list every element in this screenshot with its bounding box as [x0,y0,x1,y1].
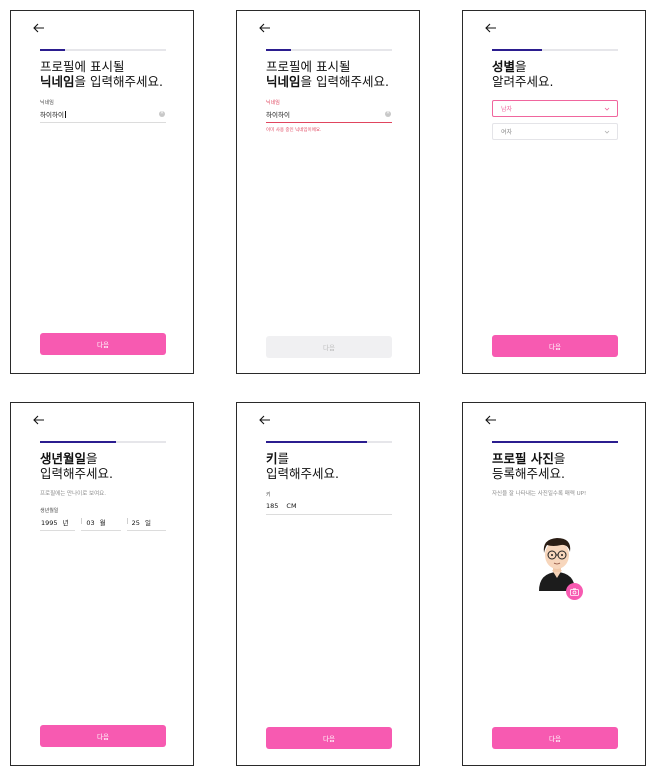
clear-circle-icon[interactable]: ✕ [385,111,391,117]
page-title: 프로필에 표시될 닉네임을 입력해주세요. [40,59,163,89]
screen-nickname: 프로필에 표시될 닉네임을 입력해주세요. 닉네임 하이하이 ✕ 다음 [10,10,194,374]
birth-month-input[interactable]: 03 월 [81,517,121,531]
screen-height: 키를 입력해주세요. 키 185 CM 다음 [236,402,420,766]
progress-fill [266,49,292,51]
screen-nickname-error: 프로필에 표시될 닉네임을 입력해주세요. 닉네임 하이하이 ✕ 이미 사용 중… [236,10,420,374]
progress-fill [40,49,66,51]
birth-year-input[interactable]: 1995 년 [40,517,76,531]
chevron-down-icon [604,130,610,134]
field-underline [266,122,392,123]
progress-fill [492,49,543,51]
clear-circle-icon[interactable]: ✕ [159,111,165,117]
back-arrow-icon[interactable] [259,23,271,33]
next-button[interactable]: 다음 [40,725,166,747]
nickname-field[interactable]: 닉네임 하이하이 ✕ [40,99,166,123]
progress-bar [492,441,618,443]
text-caret [64,110,66,118]
progress-fill [266,441,367,443]
screen-profile-photo: 프로필 사진을 등록해주세요. 자신을 잘 나타내는 사진일수록 매력 UP! … [462,402,646,766]
field-label: 닉네임 [266,100,280,106]
next-button[interactable]: 다음 [266,727,392,749]
gender-option-female[interactable]: 여자 [492,123,618,140]
back-arrow-icon[interactable] [485,415,497,425]
page-title: 프로필 사진을 등록해주세요. [492,451,566,481]
error-message: 이미 사용 중인 닉네임이에요. [266,128,322,133]
birth-day-input[interactable]: 25 일 [126,517,166,531]
back-arrow-icon[interactable] [259,415,271,425]
chevron-down-icon [604,107,610,111]
page-title: 생년월일을 입력해주세요. [40,451,113,481]
field-label: 키 [266,492,271,498]
next-button[interactable]: 다음 [40,333,166,355]
height-input[interactable]: 185 [266,502,278,510]
page-subtitle: 자신을 잘 나타내는 사진일수록 매력 UP! [492,491,587,497]
field-underline [40,122,166,123]
progress-bar [40,49,166,51]
page-title: 프로필에 표시될 닉네임을 입력해주세요. [266,59,389,89]
page-title: 성별을 알려주세요. [492,59,554,89]
field-label: 닉네임 [40,100,54,106]
next-button[interactable]: 다음 [492,335,618,357]
height-field[interactable]: 키 185 CM [266,491,392,515]
nickname-input[interactable]: 하이하이 [266,109,290,119]
progress-bar [266,49,392,51]
progress-fill [492,441,618,443]
back-arrow-icon[interactable] [33,23,45,33]
progress-bar [492,49,618,51]
progress-bar [266,441,392,443]
nickname-field[interactable]: 닉네임 하이하이 ✕ 이미 사용 중인 닉네임이에요. [266,99,392,133]
nickname-input[interactable]: 하이하이 [40,109,64,119]
height-unit: CM [286,502,297,510]
back-arrow-icon[interactable] [485,23,497,33]
field-underline [266,514,392,515]
back-arrow-icon[interactable] [33,415,45,425]
progress-fill [40,441,116,443]
gender-option-male[interactable]: 남자 [492,100,618,117]
next-button-disabled[interactable]: 다음 [266,336,392,358]
progress-bar [40,441,166,443]
screen-gender: 성별을 알려주세요. 남자 여자 다음 [462,10,646,374]
birthday-field: 생년월일 1995 년 03 월 25 일 [40,507,166,531]
page-title: 키를 입력해주세요. [266,451,339,481]
page-subtitle: 프로필에는 만나이로 보여요. [40,491,106,497]
field-label: 생년월일 [40,508,59,514]
camera-icon[interactable] [566,583,583,600]
screen-birthday: 생년월일을 입력해주세요. 프로필에는 만나이로 보여요. 생년월일 1995 년… [10,402,194,766]
next-button[interactable]: 다음 [492,727,618,749]
